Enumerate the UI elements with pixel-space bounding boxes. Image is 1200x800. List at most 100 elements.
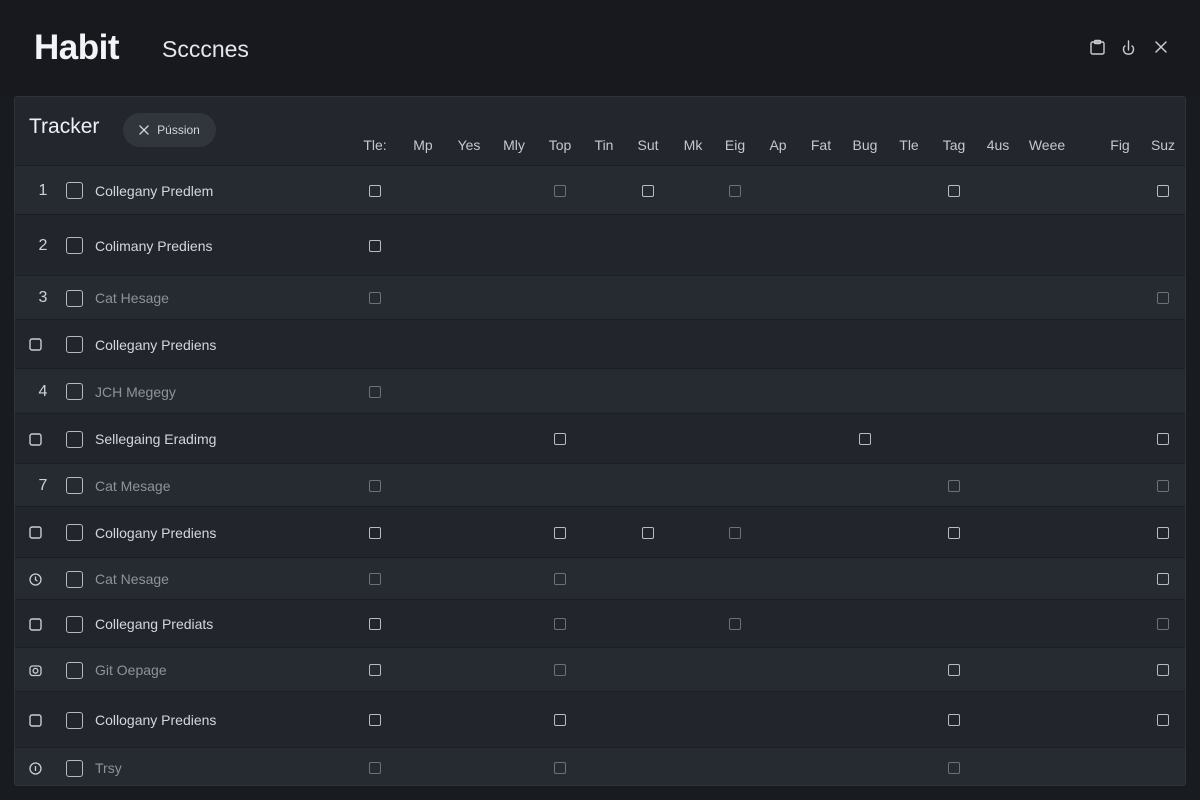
day-checkbox[interactable] [369, 762, 381, 774]
habit-label[interactable]: Collegany Predlem [95, 183, 213, 199]
column-header[interactable]: Tag [943, 135, 966, 155]
habit-row[interactable]: 7 Cat Mesage [15, 463, 1185, 506]
habit-row[interactable]: 4 JCH Megegy [15, 368, 1185, 413]
habit-row[interactable]: Trsy [15, 747, 1185, 785]
column-header[interactable]: 4us [987, 135, 1010, 155]
habit-checkbox[interactable] [66, 383, 83, 400]
column-header[interactable]: Eig [725, 135, 745, 155]
day-checkbox[interactable] [369, 292, 381, 304]
close-icon[interactable] [139, 125, 149, 135]
habit-label[interactable]: Trsy [95, 760, 122, 776]
day-checkbox[interactable] [554, 184, 566, 197]
habit-row[interactable]: Collegang Prediats [15, 599, 1185, 647]
habit-checkbox[interactable] [66, 711, 83, 729]
day-checkbox[interactable] [369, 573, 381, 585]
day-checkbox[interactable] [369, 714, 381, 726]
day-checkbox[interactable] [554, 433, 566, 445]
habit-checkbox[interactable] [66, 615, 83, 633]
day-checkbox[interactable] [948, 184, 960, 197]
habit-checkbox[interactable] [66, 661, 83, 679]
day-checkbox[interactable] [729, 618, 741, 630]
habit-row[interactable]: Collogany Prediens [15, 506, 1185, 557]
column-header[interactable]: Bug [853, 135, 878, 155]
day-checkbox[interactable] [1157, 664, 1169, 676]
column-header[interactable]: Mp [413, 135, 432, 155]
habit-row[interactable]: Git Oepage [15, 647, 1185, 691]
day-checkbox[interactable] [369, 184, 381, 197]
column-header[interactable]: Mk [684, 135, 703, 155]
day-checkbox[interactable] [859, 433, 871, 445]
column-header[interactable]: Sut [637, 135, 658, 155]
day-checkbox[interactable] [1157, 714, 1169, 726]
column-header[interactable]: Weee [1029, 135, 1065, 155]
habit-label[interactable]: Git Oepage [95, 662, 167, 678]
day-checkbox[interactable] [554, 664, 566, 676]
habit-label[interactable]: Cat Mesage [95, 478, 170, 494]
day-checkbox[interactable] [554, 618, 566, 630]
habit-row[interactable]: Collegany Prediens [15, 319, 1185, 368]
day-checkbox[interactable] [1157, 573, 1169, 585]
habit-label[interactable]: Cat Hesage [95, 290, 169, 306]
day-checkbox[interactable] [948, 479, 960, 492]
habit-checkbox[interactable] [66, 477, 83, 494]
habit-label[interactable]: Colimany Prediens [95, 238, 213, 254]
day-checkbox[interactable] [369, 239, 381, 252]
column-header[interactable]: Fat [811, 135, 831, 155]
day-checkbox[interactable] [554, 762, 566, 774]
habit-label[interactable]: Collegang Prediats [95, 616, 213, 632]
day-checkbox[interactable] [1157, 479, 1169, 492]
habit-row[interactable]: Sellegaing Eradimg [15, 413, 1185, 463]
day-checkbox[interactable] [369, 479, 381, 492]
day-checkbox[interactable] [369, 526, 381, 539]
habit-checkbox[interactable] [66, 570, 83, 588]
column-header[interactable]: Mly [503, 135, 525, 155]
column-header[interactable]: Tle [899, 135, 918, 155]
habit-checkbox[interactable] [66, 759, 83, 777]
day-checkbox[interactable] [554, 526, 566, 539]
checkbox-icon[interactable] [28, 526, 42, 540]
habit-row[interactable]: 1 Collegany Predlem [15, 165, 1185, 214]
checkbox-icon[interactable] [28, 338, 42, 352]
day-checkbox[interactable] [554, 714, 566, 726]
habit-checkbox[interactable] [66, 430, 83, 448]
day-checkbox[interactable] [948, 526, 960, 539]
day-checkbox[interactable] [1157, 292, 1169, 304]
checkbox-icon[interactable] [28, 713, 42, 727]
column-header[interactable]: Suz [1151, 135, 1175, 155]
column-header[interactable]: Yes [458, 135, 481, 155]
day-checkbox[interactable] [1157, 618, 1169, 630]
day-checkbox[interactable] [1157, 433, 1169, 445]
habit-label[interactable]: Collegany Prediens [95, 337, 216, 353]
habit-label[interactable]: Collogany Prediens [95, 712, 216, 728]
column-header[interactable]: Ap [769, 135, 786, 155]
column-header[interactable]: Tin [595, 135, 614, 155]
column-header[interactable]: Top [549, 135, 572, 155]
day-checkbox[interactable] [642, 184, 654, 197]
day-checkbox[interactable] [729, 526, 741, 539]
habit-label[interactable]: Collogany Prediens [95, 525, 216, 541]
day-checkbox[interactable] [369, 664, 381, 676]
habit-checkbox[interactable] [66, 289, 83, 307]
day-checkbox[interactable] [729, 184, 741, 197]
day-checkbox[interactable] [554, 573, 566, 585]
checkbox-icon[interactable] [28, 432, 42, 446]
column-header[interactable]: Fig [1110, 135, 1129, 155]
habit-row[interactable]: Collogany Prediens [15, 691, 1185, 747]
habit-label[interactable]: JCH Megegy [95, 384, 176, 400]
day-checkbox[interactable] [948, 762, 960, 774]
habit-row[interactable]: 3 Cat Hesage [15, 275, 1185, 319]
habit-checkbox[interactable] [66, 237, 83, 254]
habit-checkbox[interactable] [66, 336, 83, 353]
habit-label[interactable]: Sellegaing Eradimg [95, 431, 216, 447]
habit-checkbox[interactable] [66, 182, 83, 199]
day-checkbox[interactable] [642, 526, 654, 539]
day-checkbox[interactable] [369, 385, 381, 398]
day-checkbox[interactable] [1157, 526, 1169, 539]
day-checkbox[interactable] [948, 664, 960, 676]
hand-icon[interactable] [1119, 38, 1137, 56]
day-checkbox[interactable] [1157, 184, 1169, 197]
habit-row[interactable]: 2 Colimany Prediens [15, 214, 1185, 275]
close-icon[interactable] [1152, 38, 1170, 56]
day-checkbox[interactable] [948, 714, 960, 726]
habit-label[interactable]: Cat Nesage [95, 571, 169, 587]
